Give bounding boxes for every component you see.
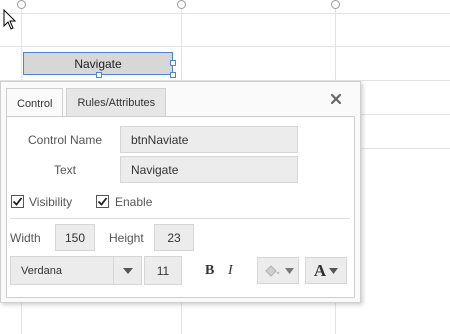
resize-handle[interactable] [170, 72, 176, 78]
chevron-down-icon[interactable] [113, 257, 141, 284]
font-color-icon: A [313, 260, 327, 280]
grid-line [0, 46, 450, 47]
control-properties-body: Control Name btnNaviate Text Navigate Vi… [6, 116, 355, 298]
italic-button[interactable]: I [228, 263, 233, 279]
column-handle[interactable] [177, 0, 186, 9]
font-color-button[interactable]: A [305, 257, 347, 284]
check-icon [97, 197, 108, 206]
canvas-button-label: Navigate [74, 56, 122, 71]
mouse-cursor-icon [3, 9, 17, 30]
text-field[interactable]: Navigate [120, 156, 298, 183]
control-name-field[interactable]: btnNaviate [120, 126, 298, 153]
divider [10, 218, 350, 219]
tab-control-label: Control [17, 97, 53, 110]
text-label: Text [54, 163, 77, 177]
chevron-down-icon [284, 267, 294, 274]
height-label: Height [109, 231, 144, 245]
close-icon[interactable] [330, 93, 342, 105]
height-field[interactable]: 23 [154, 224, 194, 251]
width-field[interactable]: 150 [55, 224, 95, 251]
font-family-value: Verdana [21, 264, 62, 277]
tab-control[interactable]: Control [6, 88, 64, 118]
column-handle[interactable] [331, 0, 340, 9]
properties-panel: Control Rules/Attributes Control Name bt… [0, 81, 361, 303]
width-label: Width [10, 231, 41, 245]
control-name-label: Control Name [28, 133, 103, 147]
bold-button[interactable]: B [205, 263, 214, 279]
font-size-field[interactable]: 11 [144, 256, 182, 285]
visibility-label: Visibility [29, 195, 73, 209]
fill-color-button[interactable] [257, 257, 299, 284]
resize-handle[interactable] [170, 60, 176, 66]
enable-checkbox[interactable] [96, 195, 109, 208]
grid-line [0, 13, 450, 14]
tab-rules-attributes[interactable]: Rules/Attributes [66, 88, 167, 117]
column-handle[interactable] [17, 0, 26, 9]
check-icon [12, 197, 23, 206]
visibility-checkbox[interactable] [11, 195, 24, 208]
enable-label: Enable [115, 195, 153, 209]
panel-tabs: Control Rules/Attributes [6, 88, 169, 118]
chevron-down-icon [329, 267, 339, 274]
paint-bucket-icon [264, 264, 279, 277]
tab-rules-label: Rules/Attributes [77, 97, 156, 109]
resize-handle[interactable] [96, 72, 102, 78]
font-family-select[interactable]: Verdana [10, 256, 142, 285]
